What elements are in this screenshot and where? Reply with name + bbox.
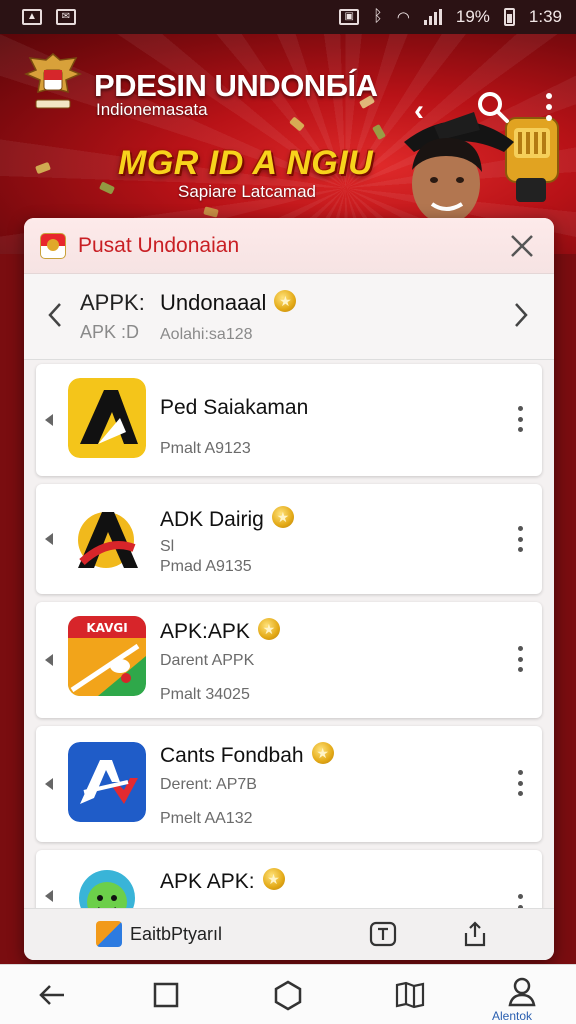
app-name: APK:APK xyxy=(160,618,280,644)
store-app-icon xyxy=(96,921,122,947)
app-name-text: APK:APK xyxy=(160,620,250,643)
signal-icon xyxy=(423,9,442,25)
expand-caret-icon[interactable] xyxy=(45,890,53,902)
app-store-panel: Pusat Undonaian APPK: APK :D Undonaaal A… xyxy=(24,218,554,960)
item-menu-icon[interactable] xyxy=(518,770,524,796)
blue-av-icon xyxy=(68,742,146,822)
kavgi-map-icon: KAVGI xyxy=(68,616,146,696)
message-notification-icon: ✉ xyxy=(56,9,76,25)
garuda-emblem-icon xyxy=(24,53,82,109)
featured-name-text: Undonaaal xyxy=(160,290,267,315)
banner-headline: MGR ID A NGIU xyxy=(118,144,374,182)
status-bar: ▲ ✉ ▣ ᛒ ◠ 19% 1:39 xyxy=(0,0,576,34)
account-icon[interactable] xyxy=(506,975,538,1007)
list-item[interactable]: ADK Dairig Sl Pmad A9135 xyxy=(36,484,542,594)
list-item[interactable]: Cants Fondbah Derent: AP7B Pmelt AA132 xyxy=(36,726,542,842)
verified-star-icon xyxy=(311,742,334,765)
app-developer: Derent: AP7B xyxy=(160,776,257,793)
store-app-button[interactable]: EaitbPtyarıl xyxy=(96,921,222,947)
app-version: Pmalt 34025 xyxy=(160,686,250,703)
app-name: ADK Dairig xyxy=(160,506,294,532)
red-a-circle-icon xyxy=(68,498,146,578)
item-menu-icon[interactable] xyxy=(518,406,524,432)
featured-carousel[interactable]: APPK: APK :D Undonaaal Aolahi:sa128 xyxy=(24,274,554,360)
store-app-label: EaitbPtyarıl xyxy=(130,923,223,944)
panel-footer: EaitbPtyarıl xyxy=(24,908,554,960)
home-icon[interactable] xyxy=(272,979,304,1011)
overflow-menu-icon[interactable] xyxy=(540,90,558,124)
clock: 1:39 xyxy=(528,7,562,26)
close-icon[interactable] xyxy=(506,230,538,262)
app-name-text: ADK Dairig xyxy=(160,508,264,531)
panel-header: Pusat Undonaian xyxy=(24,218,554,274)
battery-percent: 19% xyxy=(455,7,490,26)
battery-icon xyxy=(503,8,515,26)
app-name: Cants Fondbah xyxy=(160,742,334,768)
back-arrow-icon[interactable]: ‹ xyxy=(404,96,434,126)
list-item[interactable]: KAVGI APK:APK Darent APPK Pmalt 34025 xyxy=(36,602,542,718)
featured-subtitle: Aolahi:sa128 xyxy=(160,326,253,343)
app-name-text: APK APK: xyxy=(160,870,255,893)
banner-title: PDESIN UNDONБÍA xyxy=(94,68,378,103)
chevron-right-icon[interactable] xyxy=(510,300,532,330)
expand-caret-icon[interactable] xyxy=(45,414,53,426)
account-label: Alentok xyxy=(492,1009,533,1023)
gallery-notification-icon: ▲ xyxy=(22,9,42,25)
svg-text:KAVGI: KAVGI xyxy=(86,621,127,635)
app-developer: Darent APPK xyxy=(160,652,255,669)
wifi-icon: ◠ xyxy=(396,9,410,26)
app-name: Ped Saiakaman xyxy=(160,396,309,419)
featured-code: APPK: xyxy=(80,290,145,315)
recents-icon[interactable] xyxy=(150,979,182,1011)
expand-caret-icon[interactable] xyxy=(45,654,53,666)
text-format-icon[interactable] xyxy=(368,919,398,949)
store-logo-icon xyxy=(40,232,66,259)
expand-caret-icon[interactable] xyxy=(45,533,53,545)
panel-title: Pusat Undonaian xyxy=(78,233,240,257)
screenshot-icon: ▣ xyxy=(339,9,360,25)
expand-caret-icon[interactable] xyxy=(45,778,53,790)
banner-subtitle: Indionemasata xyxy=(96,100,208,119)
app-version: Pmad A9135 xyxy=(160,558,252,575)
item-menu-icon[interactable] xyxy=(518,526,524,552)
app-version: Pmelt AA132 xyxy=(160,810,253,827)
list-item[interactable]: Ped Saiakaman Pmalt A9123 xyxy=(36,364,542,476)
black-a-yellow-icon xyxy=(68,378,146,458)
verified-star-icon xyxy=(257,618,280,641)
app-name-text: Cants Fondbah xyxy=(160,744,304,767)
bookmarks-icon[interactable] xyxy=(394,979,426,1011)
back-icon[interactable] xyxy=(36,979,68,1011)
item-menu-icon[interactable] xyxy=(518,646,524,672)
banner-tagline: Sapiare Latcamad xyxy=(178,182,316,201)
app-version: Pmalt A9123 xyxy=(160,440,251,457)
featured-name: Undonaaal xyxy=(160,290,297,316)
verified-star-icon xyxy=(274,290,297,313)
app-meta: Sl xyxy=(160,538,175,555)
verified-star-icon xyxy=(271,506,294,529)
bottom-nav-bar: Alentok xyxy=(0,964,576,1024)
verified-star-icon xyxy=(262,868,285,891)
featured-code-sub: APK :D xyxy=(80,322,140,342)
app-name: APK APK: xyxy=(160,868,285,894)
share-icon[interactable] xyxy=(460,919,490,949)
chevron-left-icon[interactable] xyxy=(44,300,66,330)
bluetooth-icon: ᛒ xyxy=(373,8,383,25)
search-icon[interactable] xyxy=(476,90,510,124)
